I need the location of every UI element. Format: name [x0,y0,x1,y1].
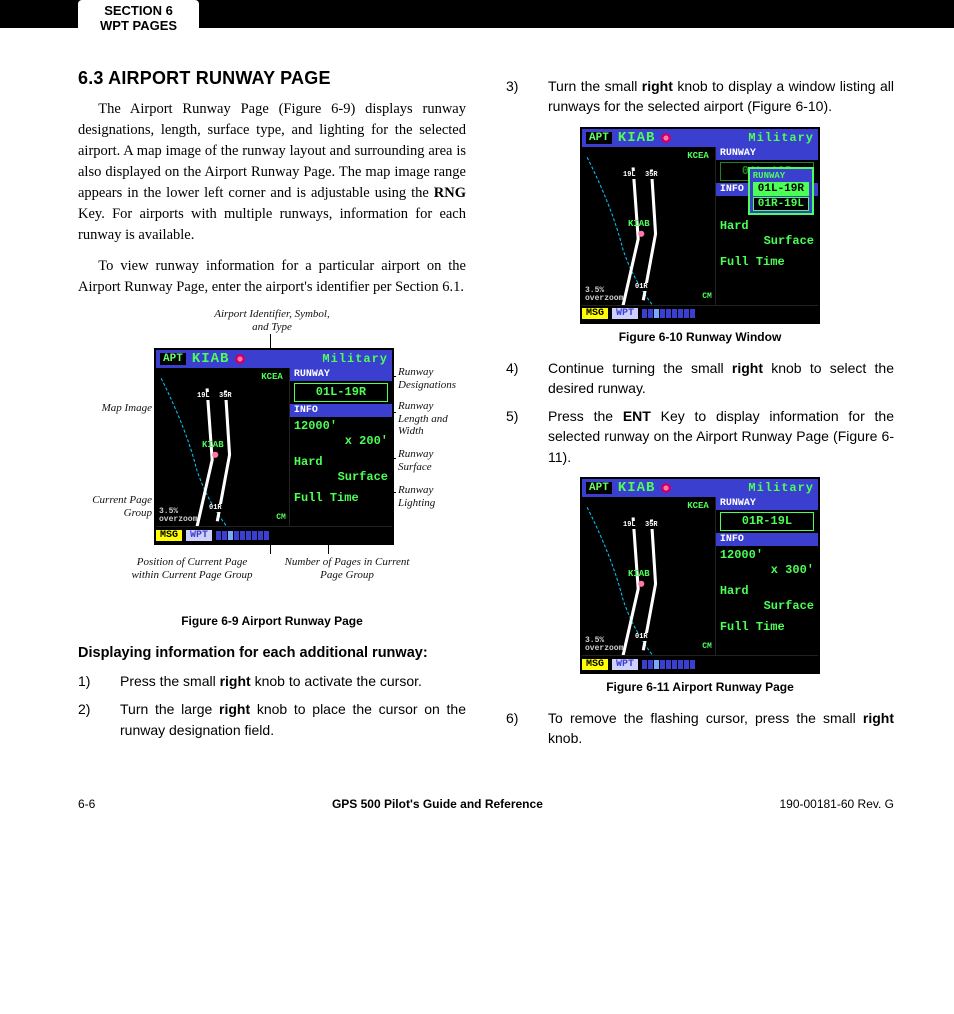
section-title: 6.3 AIRPORT RUNWAY PAGE [78,68,466,89]
map-image: KCEA 19L 35R 01R KIAB 3.5%overzoom CM [156,368,290,526]
page-group: WPT [186,530,212,541]
step-6: To remove the flashing cursor, press the… [506,708,894,749]
apt-type: Military [322,352,388,366]
runway-designation[interactable]: 01L-19R [294,383,388,402]
page-number: 6-6 [78,797,95,811]
figure-6-11: APT KIAB Military KCEA 19L [506,477,894,694]
steps-left: Press the small right knob to activate t… [78,671,466,740]
right-column: Turn the small right knob to display a w… [506,68,894,757]
steps-right-a: Turn the small right knob to display a w… [506,76,894,117]
gps-device-fig69: APT KIAB Military [154,348,394,545]
gps-footer: MSG WPT [156,526,392,543]
page-footer: 6-6 GPS 500 Pilot's Guide and Reference … [0,777,954,831]
doc-title: GPS 500 Pilot's Guide and Reference [332,797,543,811]
msg-indicator: MSG [156,530,182,541]
steps-right-c: To remove the flashing cursor, press the… [506,708,894,749]
annot-light: Runway Lighting [398,484,464,509]
subheading: Displaying information for each addition… [78,644,466,663]
annot-num: Number of Pages in Current Page Group [282,556,412,581]
fig610-caption: Figure 6-10 Runway Window [506,330,894,344]
annot-pos: Position of Current Page within Current … [122,556,262,581]
gps-device-fig611: APT KIAB Military KCEA 19L [580,477,820,674]
section-tab-line2: WPT PAGES [100,19,177,34]
doc-rev: 190-00181-60 Rev. G [779,797,894,811]
section-tab: SECTION 6 WPT PAGES [78,0,199,40]
gps-device-fig610: APT KIAB Military KCEA 19L [580,127,820,324]
runway-lighting: Full Time [290,489,392,510]
fig611-caption: Figure 6-11 Airport Runway Page [506,680,894,694]
header-bar: SECTION 6 WPT PAGES [0,0,954,28]
airport-symbol-icon [661,483,671,493]
runway-designation[interactable]: 01R-19L [720,512,814,531]
step-2: Turn the large right knob to place the c… [78,699,466,740]
popup-option[interactable]: 01L-19R [753,182,809,196]
page-indicator [216,531,269,540]
runway-popup[interactable]: RUNWAY 01L-19R 01R-19L [748,167,814,215]
annot-map: Map Image [86,402,152,415]
runway-length-width: 12000' x 200' [290,417,392,453]
airport-symbol-icon [235,354,245,364]
step-4: Continue turning the small right knob to… [506,358,894,399]
annot-desig: Runway Designations [398,366,464,391]
step-3: Turn the small right knob to display a w… [506,76,894,117]
step-5: Press the ENT Key to display information… [506,406,894,467]
annot-surf: Runway Surface [398,448,464,473]
apt-label: APT [160,353,186,365]
figure-6-9: Airport Identifier, Symbol, and Type Map… [78,308,466,628]
steps-right-b: Continue turning the small right knob to… [506,358,894,467]
popup-option[interactable]: 01R-19L [753,197,809,211]
runway-surface: Hard Surface [290,453,392,489]
page-body: 6.3 AIRPORT RUNWAY PAGE The Airport Runw… [0,28,954,777]
fig69-annot-grid: Airport Identifier, Symbol, and Type Map… [92,308,452,608]
step-1: Press the small right knob to activate t… [78,671,466,691]
figure-6-10: APT KIAB Military KCEA 19L [506,127,894,344]
intro-para-1: The Airport Runway Page (Figure 6-9) dis… [78,99,466,246]
gps-header: APT KIAB Military [156,350,392,368]
annot-pagegroup: Current Page Group [80,494,152,519]
airport-symbol-icon [661,133,671,143]
left-column: 6.3 AIRPORT RUNWAY PAGE The Airport Runw… [78,68,466,757]
intro-para-2: To view runway information for a particu… [78,256,466,298]
annot-top: Airport Identifier, Symbol, and Type [212,308,332,333]
annot-lw: Runway Length and Width [398,400,464,438]
info-panel: RUNWAY 01L-19R INFO 12000' x 200' Hard S… [290,368,392,526]
fig69-caption: Figure 6-9 Airport Runway Page [78,614,466,628]
section-tab-line1: SECTION 6 [100,4,177,19]
apt-ident: KIAB [192,351,230,367]
